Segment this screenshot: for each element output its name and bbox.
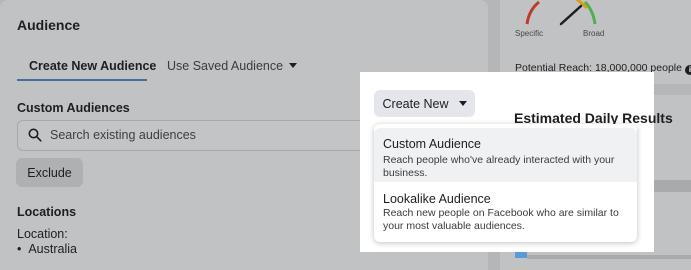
create-new-menu: Custom Audience Reach people who've alre… bbox=[374, 124, 637, 242]
audience-gauge-icon bbox=[525, 0, 597, 26]
audience-search-input[interactable]: Search existing audiences bbox=[17, 120, 378, 151]
tab-use-saved-audience[interactable]: Use Saved Audience bbox=[167, 59, 298, 73]
custom-audiences-label: Custom Audiences bbox=[17, 101, 130, 115]
menu-item-title: Lookalike Audience bbox=[383, 192, 491, 206]
tab-create-new-audience[interactable]: Create New Audience bbox=[29, 59, 156, 73]
create-new-label: Create New bbox=[382, 96, 449, 111]
gauge-specific-label: Specific bbox=[515, 29, 544, 38]
location-label: Location: bbox=[17, 227, 68, 241]
caret-down-icon bbox=[289, 63, 298, 68]
menu-item-description: Reach new people on Facebook who are sim… bbox=[383, 207, 619, 232]
location-item: • Australia bbox=[17, 242, 77, 256]
results-bar bbox=[654, 180, 691, 192]
search-icon bbox=[28, 128, 42, 142]
create-new-button[interactable]: Create New bbox=[374, 90, 475, 117]
results-bar bbox=[527, 255, 691, 259]
exclude-button[interactable]: Exclude bbox=[16, 158, 83, 187]
menu-item-description: Reach people who've already interacted w… bbox=[383, 154, 615, 179]
bullet-icon: • bbox=[17, 242, 22, 256]
chevron-down-icon bbox=[458, 101, 467, 106]
menu-item-lookalike-audience[interactable]: Lookalike Audience Reach new people on F… bbox=[374, 182, 637, 238]
panel-title: Audience bbox=[17, 17, 81, 33]
location-value: Australia bbox=[28, 242, 77, 256]
active-tab-indicator bbox=[17, 79, 147, 81]
info-icon[interactable]: i bbox=[684, 65, 691, 75]
menu-item-title: Custom Audience bbox=[383, 137, 481, 151]
tab-saved-label: Use Saved Audience bbox=[167, 59, 284, 73]
gauge-broad-label: Broad bbox=[583, 29, 605, 38]
search-placeholder: Search existing audiences bbox=[50, 128, 196, 142]
menu-item-custom-audience[interactable]: Custom Audience Reach people who've alre… bbox=[374, 128, 637, 182]
locations-label: Locations bbox=[17, 205, 77, 219]
